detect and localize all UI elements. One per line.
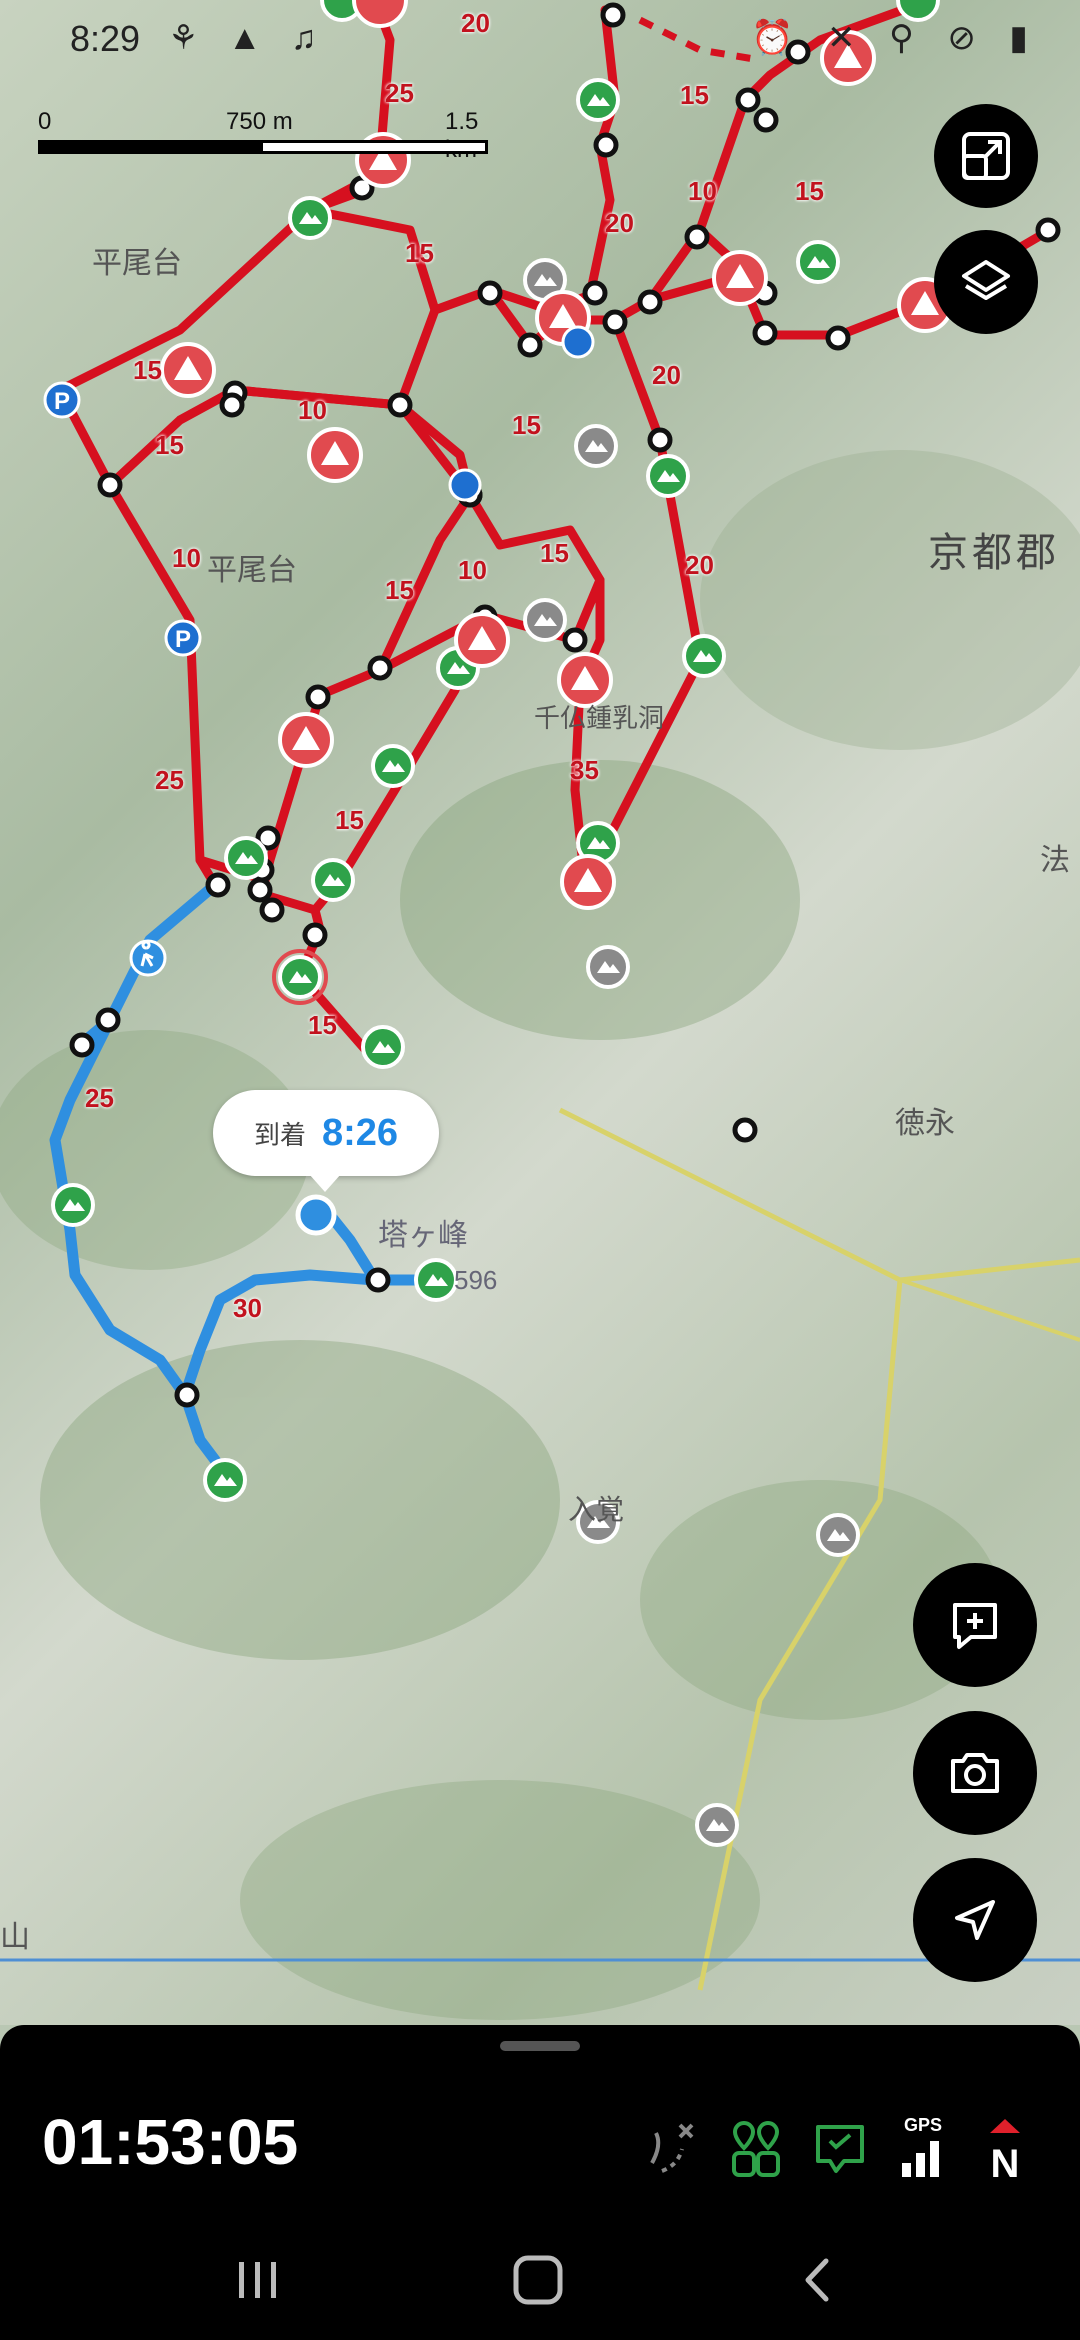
compass-label: N	[991, 2142, 1020, 2181]
scale-label-middle: 750 m	[226, 108, 293, 135]
system-navigation-bar	[0, 2220, 1080, 2340]
trail-number: 10	[688, 176, 717, 206]
trail-number: 25	[155, 765, 184, 795]
trail-number: 35	[570, 755, 599, 785]
camera-icon	[951, 1753, 999, 1793]
trail-number: 20	[652, 360, 681, 390]
svg-text:P: P	[54, 388, 70, 415]
map-label-elevation: 596	[454, 1265, 498, 1295]
gps-indicator: GPS	[898, 2115, 958, 2181]
layers-icon	[962, 260, 1010, 300]
status-notification-icons: ⚘ ▲ ♫	[168, 19, 327, 57]
map-label-ho: 法	[1040, 844, 1070, 877]
messages-indicator	[810, 2115, 870, 2181]
trail-number: 10	[298, 395, 327, 425]
layers-button[interactable]	[934, 230, 1038, 334]
trail-number: 10	[458, 555, 487, 585]
camera-button[interactable]	[913, 1711, 1037, 1835]
map-label-yama: 山	[0, 1921, 30, 1954]
off-route-indicator	[642, 2115, 702, 2181]
map-label-miyako: 京都郡	[928, 531, 1060, 575]
home-icon	[513, 2255, 563, 2305]
trail-number: 15	[680, 80, 709, 110]
add-note-button[interactable]	[913, 1563, 1037, 1687]
trail-number: 25	[85, 1083, 114, 1113]
scale-label-start: 0	[38, 108, 52, 135]
map-label-tougamine: 塔ヶ峰	[378, 1219, 468, 1252]
trail-number: 20	[605, 208, 634, 238]
trail-number: 15	[335, 805, 364, 835]
recent-apps-button[interactable]	[218, 2250, 298, 2310]
map-label-tokunaga: 徳永	[895, 1107, 955, 1140]
expand-map-icon	[962, 132, 1010, 180]
navigation-icon	[955, 1900, 995, 1940]
trail-number: 20	[685, 550, 714, 580]
signal-bars-icon	[902, 2141, 939, 2177]
scale-bar-graphic	[38, 140, 488, 154]
waypoints-icon	[732, 2120, 780, 2177]
map-label-senbutsu-cave: 千仏鍾乳洞	[534, 703, 665, 733]
trail-number: 15	[512, 410, 541, 440]
trail-number: 30	[233, 1293, 262, 1323]
elapsed-timer: 01:53:05	[42, 2106, 299, 2178]
svg-text:P: P	[175, 626, 191, 653]
recents-icon	[239, 2262, 276, 2298]
status-bar: 8:29 ⚘ ▲ ♫ ⏰ ✕ ⚲ ⊘ ▮	[0, 0, 1080, 80]
back-button[interactable]	[778, 2250, 858, 2310]
add-note-icon	[953, 1603, 997, 1649]
map-label-hiraodai: 平尾台	[207, 554, 297, 587]
home-button[interactable]	[498, 2250, 578, 2310]
drag-handle[interactable]	[500, 2041, 580, 2051]
expand-map-button[interactable]	[934, 104, 1038, 208]
compass-icon: N	[990, 2119, 1020, 2186]
locate-button[interactable]	[913, 1858, 1037, 1982]
trail-number: 15	[385, 575, 414, 605]
arrival-label: 到着	[253, 1119, 306, 1150]
trail-number: 15	[155, 430, 184, 460]
map-view[interactable]: P P 平尾台 平尾台 京都郡 徳永 法 千仏鍾乳洞 塔ヶ峰 596 入覚 山 …	[0, 0, 1080, 2025]
scale-label-end: 1.5 km	[445, 108, 479, 163]
trail-number: 15	[405, 238, 434, 268]
arrival-time: 8:26	[321, 1111, 399, 1154]
trail-number: 15	[795, 176, 824, 206]
arrival-time-popup[interactable]: 到着 8:26	[213, 1090, 439, 1192]
waypoints-indicator	[726, 2115, 786, 2181]
trail-number: 15	[133, 355, 162, 385]
route-off-icon	[650, 2123, 694, 2173]
scale-bar: 0 750 m 1.5 km	[38, 108, 488, 163]
trail-number: 25	[385, 78, 414, 108]
status-time: 8:29	[70, 18, 141, 59]
map-label-nyukaku: 入覚	[568, 1494, 625, 1525]
compass-indicator[interactable]: N	[980, 2115, 1040, 2186]
trail-number: 10	[172, 543, 201, 573]
back-icon	[805, 2258, 829, 2302]
trail-number: 15	[308, 1010, 337, 1040]
status-system-icons: ⏰ ✕ ⚲ ⊘ ▮	[751, 19, 1040, 57]
map-label-hiraodai-top: 平尾台	[92, 247, 182, 280]
message-icon	[816, 2125, 864, 2173]
